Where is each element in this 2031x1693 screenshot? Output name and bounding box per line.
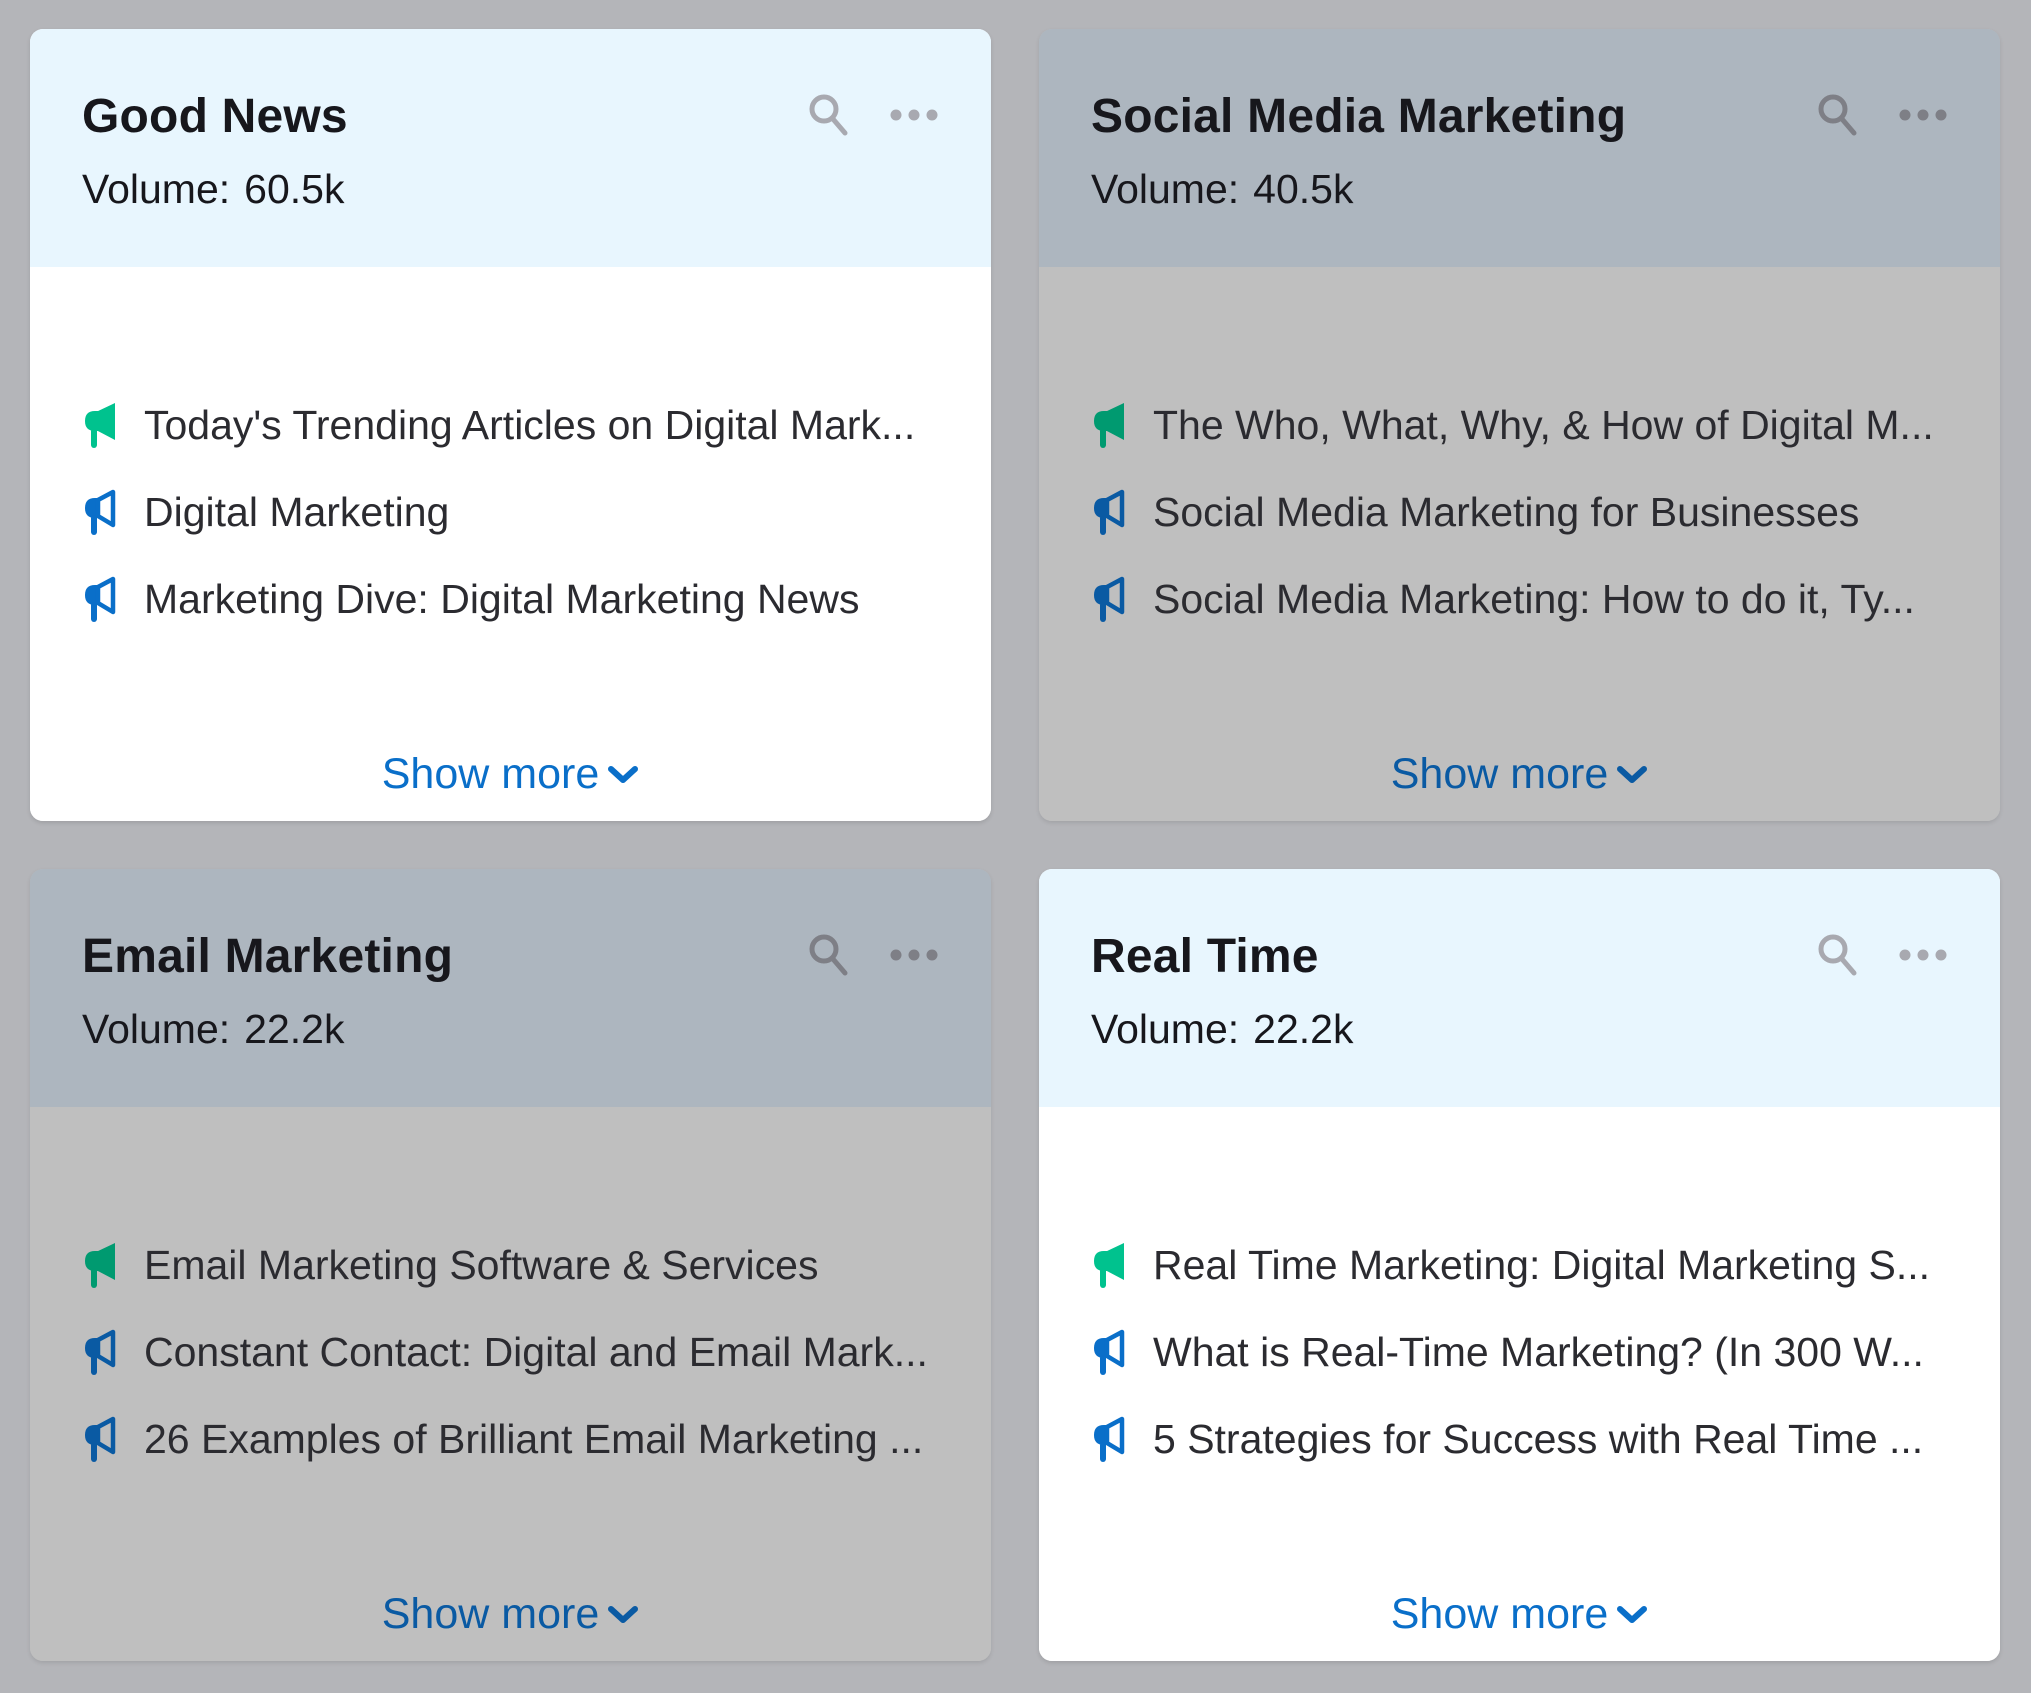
result-list: The Who, What, Why, & How of Digital M..… — [1091, 382, 1948, 643]
card-header-actions — [1816, 92, 1948, 138]
result-item[interactable]: Constant Contact: Digital and Email Mark… — [82, 1309, 939, 1396]
card-header: Real Time Volume: 22.2k — [1039, 869, 2000, 1107]
volume-value: 40.5k — [1253, 166, 1354, 212]
result-item[interactable]: 5 Strategies for Success with Real Time … — [1091, 1396, 1948, 1483]
result-title: Constant Contact: Digital and Email Mark… — [144, 1329, 928, 1375]
more-options-icon[interactable] — [1898, 108, 1948, 122]
search-icon[interactable] — [1816, 92, 1860, 138]
result-title: What is Real-Time Marketing? (In 300 W..… — [1153, 1329, 1924, 1375]
chevron-down-icon — [607, 1604, 639, 1626]
result-title: Marketing Dive: Digital Marketing News — [144, 576, 860, 622]
search-icon[interactable] — [807, 932, 851, 978]
search-icon[interactable] — [1816, 932, 1860, 978]
card-header: Email Marketing Volume: 22.2k — [30, 869, 991, 1107]
megaphone-filled-icon — [1091, 400, 1131, 452]
megaphone-filled-icon — [1091, 1240, 1131, 1292]
volume-value: 22.2k — [1253, 1006, 1354, 1052]
megaphone-outline-icon — [82, 1414, 122, 1466]
more-options-icon[interactable] — [889, 948, 939, 962]
topic-card-email-marketing: Email Marketing Volume: 22.2k Email Mark… — [30, 869, 991, 1661]
volume-value: 22.2k — [244, 1006, 345, 1052]
show-more-button[interactable]: Show more — [1039, 1590, 2000, 1639]
megaphone-outline-icon — [82, 574, 122, 626]
volume-label: Volume: — [82, 166, 231, 212]
result-list: Today's Trending Articles on Digital Mar… — [82, 382, 939, 643]
chevron-down-icon — [1616, 764, 1648, 786]
chevron-down-icon — [607, 764, 639, 786]
volume-label: Volume: — [82, 1006, 231, 1052]
megaphone-filled-icon — [82, 400, 122, 452]
result-title: Real Time Marketing: Digital Marketing S… — [1153, 1242, 1930, 1288]
card-header-actions — [807, 92, 939, 138]
result-item[interactable]: Digital Marketing — [82, 469, 939, 556]
card-header: Social Media Marketing Volume: 40.5k — [1039, 29, 2000, 267]
megaphone-filled-icon — [82, 1240, 122, 1292]
card-header-actions — [1816, 932, 1948, 978]
show-more-button[interactable]: Show more — [1039, 750, 2000, 799]
topic-card-real-time: Real Time Volume: 22.2k Real Time Market… — [1039, 869, 2000, 1661]
chevron-down-icon — [1616, 1604, 1648, 1626]
result-title: Digital Marketing — [144, 489, 450, 535]
show-more-label: Show more — [1390, 750, 1609, 798]
volume-label: Volume: — [1091, 166, 1240, 212]
result-title: 26 Examples of Brilliant Email Marketing… — [144, 1416, 924, 1462]
megaphone-outline-icon — [1091, 1414, 1131, 1466]
more-options-icon[interactable] — [889, 108, 939, 122]
result-title: Email Marketing Software & Services — [144, 1242, 819, 1288]
result-title: 5 Strategies for Success with Real Time … — [1153, 1416, 1924, 1462]
show-more-label: Show more — [1390, 1590, 1609, 1638]
card-volume: Volume: 60.5k — [82, 165, 939, 213]
topic-cards-grid: Good News Volume: 60.5k Today's Trending… — [30, 29, 2000, 1661]
megaphone-outline-icon — [82, 487, 122, 539]
card-header: Good News Volume: 60.5k — [30, 29, 991, 267]
result-list: Real Time Marketing: Digital Marketing S… — [1091, 1222, 1948, 1483]
topic-card-good-news: Good News Volume: 60.5k Today's Trending… — [30, 29, 991, 821]
card-volume: Volume: 22.2k — [82, 1005, 939, 1053]
result-title: The Who, What, Why, & How of Digital M..… — [1153, 402, 1934, 448]
result-item[interactable]: Social Media Marketing for Businesses — [1091, 469, 1948, 556]
card-volume: Volume: 40.5k — [1091, 165, 1948, 213]
card-body: Today's Trending Articles on Digital Mar… — [30, 267, 991, 821]
megaphone-outline-icon — [1091, 487, 1131, 539]
megaphone-outline-icon — [1091, 574, 1131, 626]
megaphone-outline-icon — [82, 1327, 122, 1379]
show-more-button[interactable]: Show more — [30, 750, 991, 799]
card-body: The Who, What, Why, & How of Digital M..… — [1039, 267, 2000, 821]
result-list: Email Marketing Software & Services Cons… — [82, 1222, 939, 1483]
result-title: Social Media Marketing: How to do it, Ty… — [1153, 576, 1915, 622]
result-item[interactable]: Marketing Dive: Digital Marketing News — [82, 556, 939, 643]
result-item[interactable]: Real Time Marketing: Digital Marketing S… — [1091, 1222, 1948, 1309]
more-options-icon[interactable] — [1898, 948, 1948, 962]
volume-value: 60.5k — [244, 166, 345, 212]
topic-card-social-media-marketing: Social Media Marketing Volume: 40.5k The… — [1039, 29, 2000, 821]
result-title: Today's Trending Articles on Digital Mar… — [144, 402, 916, 448]
result-item[interactable]: Today's Trending Articles on Digital Mar… — [82, 382, 939, 469]
show-more-label: Show more — [381, 750, 600, 798]
card-volume: Volume: 22.2k — [1091, 1005, 1948, 1053]
search-icon[interactable] — [807, 92, 851, 138]
card-body: Email Marketing Software & Services Cons… — [30, 1107, 991, 1661]
volume-label: Volume: — [1091, 1006, 1240, 1052]
result-item[interactable]: Email Marketing Software & Services — [82, 1222, 939, 1309]
show-more-button[interactable]: Show more — [30, 1590, 991, 1639]
result-title: Social Media Marketing for Businesses — [1153, 489, 1860, 535]
result-item[interactable]: 26 Examples of Brilliant Email Marketing… — [82, 1396, 939, 1483]
result-item[interactable]: What is Real-Time Marketing? (In 300 W..… — [1091, 1309, 1948, 1396]
megaphone-outline-icon — [1091, 1327, 1131, 1379]
show-more-label: Show more — [381, 1590, 600, 1638]
result-item[interactable]: The Who, What, Why, & How of Digital M..… — [1091, 382, 1948, 469]
result-item[interactable]: Social Media Marketing: How to do it, Ty… — [1091, 556, 1948, 643]
card-body: Real Time Marketing: Digital Marketing S… — [1039, 1107, 2000, 1661]
card-header-actions — [807, 932, 939, 978]
